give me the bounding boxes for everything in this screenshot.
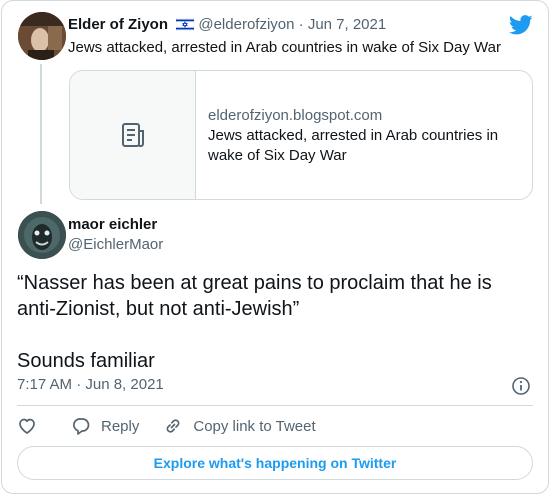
- link-card-body: elderofziyon.blogspot.com Jews attacked,…: [196, 71, 532, 199]
- tweet-date[interactable]: Jun 7, 2021: [308, 16, 386, 33]
- reply-button[interactable]: Reply: [71, 416, 139, 436]
- divider: [17, 405, 533, 406]
- info-icon[interactable]: [511, 376, 531, 396]
- avatar-image: [18, 12, 66, 60]
- author-handle[interactable]: @EichlerMaor: [68, 235, 163, 255]
- author-handle[interactable]: @elderofziyon: [198, 16, 294, 33]
- document-icon: [121, 123, 144, 147]
- separator-dot: ·: [298, 16, 304, 33]
- link-card[interactable]: elderofziyon.blogspot.com Jews attacked,…: [69, 70, 533, 200]
- tweet-text-quote: “Nasser has been at great pains to procl…: [17, 272, 492, 320]
- copy-link-label: Copy link to Tweet: [193, 417, 316, 435]
- like-button[interactable]: [17, 416, 37, 436]
- explore-twitter-button[interactable]: Explore what's happening on Twitter: [17, 446, 533, 480]
- parent-tweet-header: Elder of Ziyon @elderofziyon · Jun 7, 20…: [68, 15, 386, 35]
- reply-label: Reply: [101, 417, 140, 435]
- twitter-bird-icon[interactable]: [509, 15, 533, 35]
- avatar[interactable]: [18, 12, 66, 60]
- heart-icon: [19, 418, 35, 434]
- author-name[interactable]: Elder of Ziyon: [68, 16, 168, 33]
- link-card-thumbnail: [70, 71, 196, 199]
- tweet-actions: Reply Copy link to Tweet: [17, 414, 316, 438]
- avatar[interactable]: [18, 211, 66, 259]
- link-card-domain: elderofziyon.blogspot.com: [208, 107, 383, 124]
- reply-icon: [73, 418, 90, 435]
- thread-connector: [40, 64, 42, 204]
- author-name[interactable]: maor eichler: [68, 215, 157, 235]
- link-card-title: Jews attacked, arrested in Arab countrie…: [208, 127, 499, 164]
- link-icon: [166, 419, 180, 433]
- parent-tweet-text: Jews attacked, arrested in Arab countrie…: [68, 39, 501, 56]
- avatar-image: [18, 211, 66, 259]
- israel-flag-icon: [176, 18, 195, 31]
- tweet-timestamp[interactable]: 7:17 AM · Jun 8, 2021: [17, 375, 164, 395]
- copy-link-button[interactable]: Copy link to Tweet: [163, 416, 316, 436]
- tweet-text: “Nasser has been at great pains to procl…: [17, 270, 527, 374]
- tweet-text-comment: Sounds familiar: [17, 350, 155, 372]
